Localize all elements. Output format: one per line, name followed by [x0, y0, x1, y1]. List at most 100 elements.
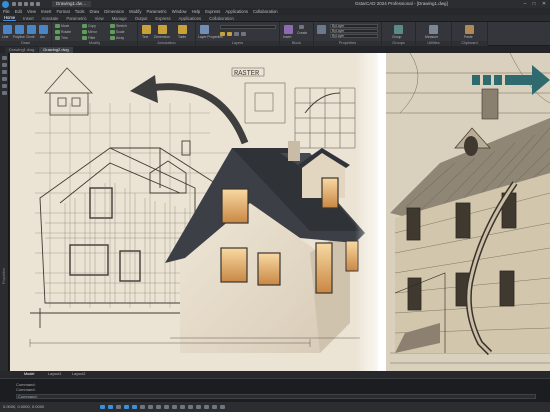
polar-toggle-icon[interactable]: [124, 405, 129, 409]
table-tool-icon[interactable]: [178, 25, 187, 34]
polyline-tool-icon[interactable]: [15, 25, 24, 34]
command-input[interactable]: [16, 394, 536, 399]
otrack-toggle-icon[interactable]: [140, 405, 145, 409]
trim-label: Trim: [61, 36, 68, 40]
undo-icon[interactable]: [30, 2, 34, 6]
save-icon[interactable]: [24, 2, 28, 6]
menu-edit[interactable]: Edit: [15, 9, 22, 14]
tab-annotate[interactable]: Annotate: [41, 16, 60, 21]
tab-express[interactable]: Express: [154, 16, 171, 21]
snap-toggle-icon[interactable]: [108, 405, 113, 409]
app-logo-icon[interactable]: [2, 0, 9, 8]
selection-cycling-icon[interactable]: [164, 405, 169, 409]
hardware-acceleration-icon[interactable]: [204, 405, 209, 409]
menu-window[interactable]: Window: [172, 9, 187, 14]
pan-tool-icon[interactable]: [1, 63, 7, 67]
linetype-value: ByLayer: [332, 34, 345, 38]
fillet-icon[interactable]: [82, 36, 87, 40]
arc-tool-icon[interactable]: [39, 25, 48, 34]
open-file-icon[interactable]: [18, 2, 22, 6]
tab-view[interactable]: View: [94, 16, 105, 21]
canvas-artwork: RASTER: [10, 53, 550, 371]
annotation-scale-icon[interactable]: [180, 405, 185, 409]
create-block-icon[interactable]: [299, 25, 304, 29]
close-button[interactable]: ✕: [541, 1, 547, 7]
menu-express[interactable]: Express: [205, 9, 220, 14]
menu-modify[interactable]: Modify: [129, 9, 141, 14]
dynamic-input-icon[interactable]: [172, 405, 177, 409]
ortho-toggle-icon[interactable]: [116, 405, 121, 409]
layer-properties-icon[interactable]: [200, 25, 209, 34]
minimize-button[interactable]: –: [522, 1, 528, 7]
match-properties-icon[interactable]: [317, 25, 326, 34]
layer-freeze-icon[interactable]: [220, 32, 225, 36]
menu-insert[interactable]: Insert: [41, 9, 51, 14]
circle-tool-icon[interactable]: [27, 25, 36, 34]
redo-icon[interactable]: [36, 2, 40, 6]
workspace-icon[interactable]: [188, 405, 193, 409]
menu-file[interactable]: File: [3, 9, 10, 14]
scale-icon[interactable]: [110, 30, 115, 34]
menu-parametric[interactable]: Parametric: [146, 9, 166, 14]
select-tool-icon[interactable]: [1, 56, 7, 60]
new-file-icon[interactable]: [12, 2, 16, 6]
layers-tool-icon[interactable]: [1, 91, 7, 95]
isolate-objects-icon[interactable]: [196, 405, 201, 409]
tab-applications[interactable]: Applications: [178, 16, 203, 21]
menu-collaboration[interactable]: Collaboration: [253, 9, 278, 14]
clean-screen-icon[interactable]: [212, 405, 217, 409]
layout-tab-layout2[interactable]: Layout2: [72, 371, 86, 378]
maximize-button[interactable]: □: [531, 1, 537, 7]
menu-applications[interactable]: Applications: [225, 9, 248, 14]
trim-icon[interactable]: [55, 36, 60, 40]
layer-lock-icon[interactable]: [227, 32, 232, 36]
tab-manage[interactable]: Manage: [111, 16, 128, 21]
grid-toggle-icon[interactable]: [100, 405, 105, 409]
text-tool-icon[interactable]: [142, 25, 151, 34]
menu-format[interactable]: Format: [56, 9, 69, 14]
tab-collaboration[interactable]: Collaboration: [208, 16, 235, 21]
tab-insert[interactable]: Insert: [22, 16, 34, 21]
ribbon-group-block: Insert Create Block: [280, 22, 314, 46]
menu-tools[interactable]: Tools: [75, 9, 85, 14]
customization-icon[interactable]: [220, 405, 225, 409]
paste-icon[interactable]: [465, 25, 474, 34]
arc-tool-label: Arc: [40, 35, 46, 39]
layout-tab-model[interactable]: Model: [24, 371, 34, 378]
menu-draw[interactable]: Draw: [90, 9, 100, 14]
menu-view[interactable]: View: [27, 9, 36, 14]
drawing-canvas[interactable]: RASTER: [10, 53, 550, 371]
group-icon[interactable]: [394, 25, 403, 34]
menu-help[interactable]: Help: [192, 9, 201, 14]
menu-dimension[interactable]: Dimension: [104, 9, 124, 14]
left-toolbar: Properties: [0, 53, 9, 372]
copy-icon[interactable]: [82, 24, 87, 28]
zoom-tool-icon[interactable]: [1, 70, 7, 74]
move-label: Move: [61, 24, 70, 28]
layer-off-icon[interactable]: [234, 32, 239, 36]
orbit-tool-icon[interactable]: [1, 77, 7, 81]
tab-output[interactable]: Output: [134, 16, 149, 21]
tab-parametric[interactable]: Parametric: [65, 16, 87, 21]
stretch-icon[interactable]: [110, 24, 115, 28]
osnap-toggle-icon[interactable]: [132, 405, 137, 409]
line-tool-icon[interactable]: [3, 25, 12, 34]
dimension-tool-icon[interactable]: [158, 25, 167, 34]
lineweight-toggle-icon[interactable]: [148, 405, 153, 409]
rotate-icon[interactable]: [55, 30, 60, 34]
title-drawing-tab[interactable]: Drawing1.dw…: [52, 1, 91, 7]
insert-block-icon[interactable]: [284, 25, 293, 34]
properties-tool-icon[interactable]: [1, 84, 7, 88]
mirror-icon[interactable]: [82, 30, 87, 34]
transparency-toggle-icon[interactable]: [156, 405, 161, 409]
raster-label: RASTER: [234, 70, 260, 78]
layer-properties-label: Layer Properties: [198, 35, 223, 39]
tab-home[interactable]: Home: [3, 15, 17, 21]
move-icon[interactable]: [55, 24, 60, 28]
layer-match-icon[interactable]: [241, 32, 246, 36]
array-icon[interactable]: [110, 36, 115, 40]
layer-dropdown[interactable]: [220, 25, 276, 29]
layout-tab-layout1[interactable]: Layout1: [48, 371, 62, 378]
measure-icon[interactable]: [429, 25, 438, 34]
array-label: Array: [116, 36, 125, 40]
